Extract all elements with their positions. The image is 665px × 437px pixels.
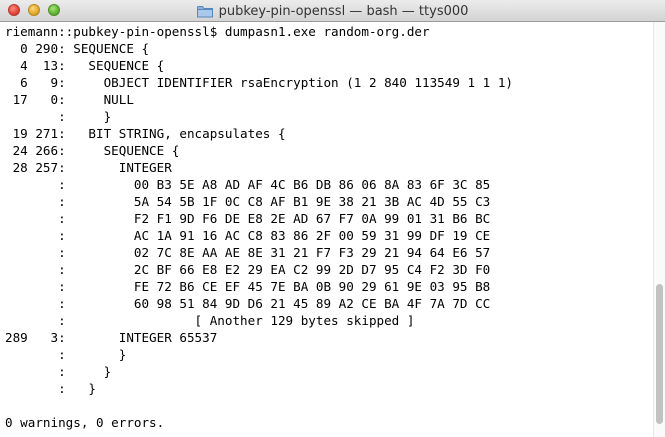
scrollbar-thumb[interactable]	[656, 284, 663, 424]
command-line: riemann::pubkey-pin-openssl$ dumpasn1.ex…	[5, 24, 430, 39]
hex-dump-line: : 5A 54 5B 1F 0C C8 AF B1 9E 38 21 3B AC…	[5, 194, 491, 209]
output-line: 24 266: SEQUENCE {	[5, 143, 180, 158]
title-bar[interactable]: pubkey-pin-openssl — bash — ttys000	[0, 0, 665, 22]
window-title-container: pubkey-pin-openssl — bash — ttys000	[0, 0, 665, 22]
hex-dump-line: : F2 F1 9D F6 DE E8 2E AD 67 F7 0A 99 01…	[5, 211, 491, 226]
output-line: 17 0: NULL	[5, 92, 134, 107]
skipped-note: : [ Another 129 bytes skipped ]	[5, 313, 415, 328]
output-line: 19 271: BIT STRING, encapsulates {	[5, 126, 286, 141]
output-line: 289 3: INTEGER 65537	[5, 330, 218, 345]
output-line: : }	[5, 364, 112, 379]
folder-icon	[196, 5, 213, 17]
vertical-scrollbar[interactable]	[653, 22, 665, 437]
output-line: 6 9: OBJECT IDENTIFIER rsaEncryption (1 …	[5, 75, 513, 90]
output-line: 28 257: INTEGER	[5, 160, 172, 175]
output-line: : }	[5, 381, 96, 396]
hex-dump-line: : 02 7C 8E AA AE 8E 31 21 F7 F3 29 21 94…	[5, 245, 491, 260]
hex-dump-line: : 2C BF 66 E8 E2 29 EA C2 99 2D D7 95 C4…	[5, 262, 491, 277]
hex-dump-line: : AC 1A 91 16 AC C8 83 86 2F 00 59 31 99…	[5, 228, 491, 243]
output-line: : }	[5, 109, 112, 124]
hex-dump-line: : 00 B3 5E A8 AD AF 4C B6 DB 86 06 8A 83…	[5, 177, 491, 192]
terminal-window: pubkey-pin-openssl — bash — ttys000 riem…	[0, 0, 665, 437]
output-line: 0 290: SEQUENCE {	[5, 41, 150, 56]
output-line: 4 13: SEQUENCE {	[5, 58, 165, 73]
hex-dump-line: : 60 98 51 84 9D D6 21 45 89 A2 CE BA 4F…	[5, 296, 491, 311]
hex-dump-line: : FE 72 B6 CE EF 45 7E BA 0B 90 29 61 9E…	[5, 279, 491, 294]
terminal-output[interactable]: riemann::pubkey-pin-openssl$ dumpasn1.ex…	[0, 22, 653, 437]
output-line: : }	[5, 347, 127, 362]
summary-line: 0 warnings, 0 errors.	[5, 415, 165, 430]
window-title: pubkey-pin-openssl — bash — ttys000	[218, 3, 469, 19]
